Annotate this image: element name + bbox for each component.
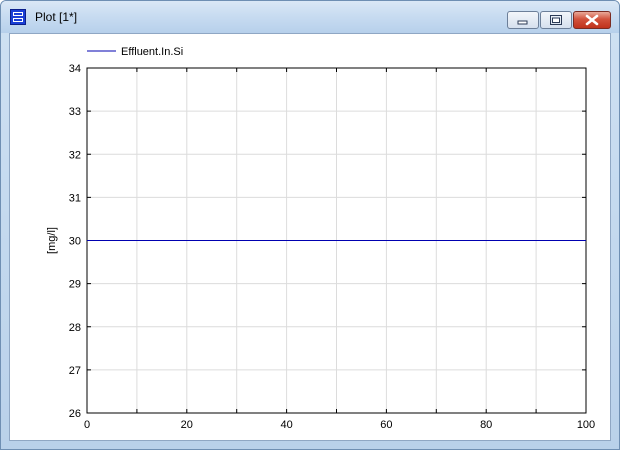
x-tick-label: 60: [380, 419, 392, 431]
plot-area[interactable]: 0 20 40 60 80 100 26 27 28 29 30 31 32 33 34 Effluent.…: [9, 33, 611, 441]
line-chart[interactable]: 0 20 40 60 80 100 26 27 28 29 30 31 32 33 34 Effluent.…: [10, 34, 610, 440]
y-tick-label: 27: [69, 365, 81, 377]
y-tick-label: 26: [69, 408, 81, 420]
close-button[interactable]: [573, 11, 611, 29]
x-tick-label: 80: [480, 419, 492, 431]
x-tick-label: 40: [280, 419, 292, 431]
y-tick-label: 30: [69, 236, 81, 248]
plot-window-icon[interactable]: [10, 9, 26, 25]
legend: Effluent.In.Si: [87, 46, 183, 58]
minimize-button[interactable]: [507, 11, 539, 29]
legend-label: Effluent.In.Si: [121, 46, 183, 58]
y-tick-label: 32: [69, 149, 81, 161]
window-title: Plot [1*]: [35, 10, 78, 24]
minimize-icon: [517, 20, 528, 25]
title-bar[interactable]: Plot [1*]: [1, 1, 619, 33]
close-icon: [585, 14, 599, 26]
y-tick-label: 28: [69, 322, 81, 334]
tick-labels: 0 20 40 60 80 100 26 27 28 29 30 31 32 33 34: [69, 63, 595, 431]
y-tick-label: 29: [69, 279, 81, 291]
x-tick-label: 100: [577, 419, 595, 431]
y-tick-label: 34: [69, 63, 81, 75]
y-tick-label: 31: [69, 192, 81, 204]
plot-window: Plot [1*] 0 20 40 60 80 100 26 27 28 29 30 31 32 33 34: [0, 0, 620, 450]
maximize-button[interactable]: [540, 11, 572, 29]
y-axis-label: [mg/l]: [46, 227, 58, 254]
x-tick-label: 20: [181, 419, 193, 431]
maximize-icon: [550, 15, 562, 25]
y-tick-label: 33: [69, 106, 81, 118]
x-tick-label: 0: [84, 419, 90, 431]
